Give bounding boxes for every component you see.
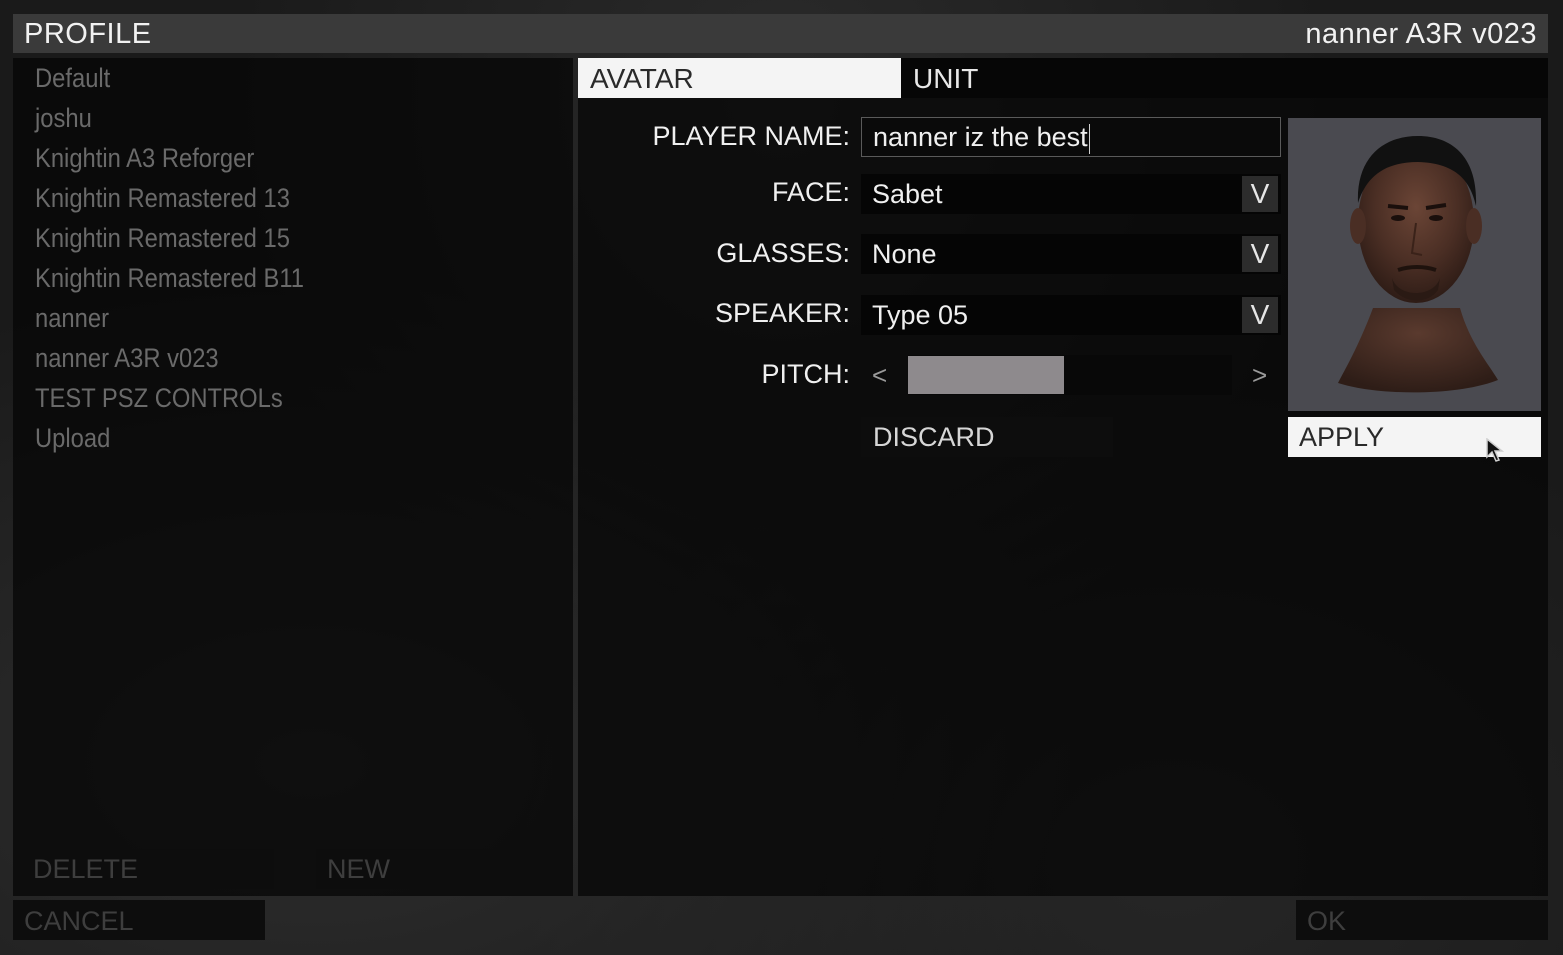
tab-unit[interactable]: UNIT [901,58,1201,98]
delete-button[interactable]: DELETE [22,849,274,889]
window-title: PROFILE [24,18,152,50]
speaker-select[interactable]: Type 05 V [861,295,1281,335]
pitch-slider-fill [908,356,1064,394]
speaker-label: SPEAKER: [714,298,850,328]
face-preview-image [1338,136,1498,393]
profile-item[interactable]: nanner [35,300,304,340]
chevron-down-icon[interactable]: V [1242,236,1278,272]
profile-list: Default joshu Knightin A3 Reforger Knigh… [35,60,341,460]
profile-item[interactable]: nanner A3R v023 [35,340,304,380]
pitch-increase-button[interactable]: > [1252,355,1267,395]
avatar-portrait [1288,118,1541,411]
profile-item[interactable]: Knightin Remastered B11 [35,260,304,300]
pitch-slider[interactable] [908,355,1232,395]
player-name-value: nanner iz the best [873,122,1088,152]
profile-item[interactable]: Knightin Remastered 13 [35,180,304,220]
tab-avatar[interactable]: AVATAR [578,58,901,98]
glasses-value: None [872,239,937,269]
cancel-button[interactable]: CANCEL [13,900,265,940]
profile-item[interactable]: Knightin Remastered 15 [35,220,304,260]
new-button[interactable]: NEW [316,849,568,889]
profile-item[interactable]: Upload [35,420,304,460]
glasses-select[interactable]: None V [861,234,1281,274]
glasses-label: GLASSES: [716,238,850,268]
discard-button[interactable]: DISCARD [861,417,1113,457]
pitch-decrease-button[interactable]: < [872,355,887,395]
profile-item[interactable]: Knightin A3 Reforger [35,140,304,180]
mouse-cursor-icon [1486,438,1505,462]
profile-editor-panel: AVATAR UNIT PLAYER NAME: nanner iz the b… [578,58,1548,896]
profile-list-panel: Default joshu Knightin A3 Reforger Knigh… [13,58,573,896]
profile-item[interactable]: Default [35,60,304,100]
profile-item[interactable]: joshu [35,100,304,140]
text-caret [1088,123,1090,154]
title-bar: PROFILE nanner A3R v023 [13,14,1548,53]
player-name-input[interactable]: nanner iz the best [861,117,1281,157]
face-label: FACE: [771,177,850,207]
active-profile-name: nanner A3R v023 [1305,18,1537,50]
chevron-down-icon[interactable]: V [1242,297,1278,333]
face-select[interactable]: Sabet V [861,174,1281,214]
face-value: Sabet [872,179,943,209]
ok-button[interactable]: OK [1296,900,1548,940]
player-name-label: PLAYER NAME: [652,121,850,151]
pitch-label: PITCH: [761,359,850,389]
speaker-value: Type 05 [872,300,969,330]
profile-item[interactable]: TEST PSZ CONTROLs [35,380,304,420]
chevron-down-icon[interactable]: V [1242,176,1278,212]
